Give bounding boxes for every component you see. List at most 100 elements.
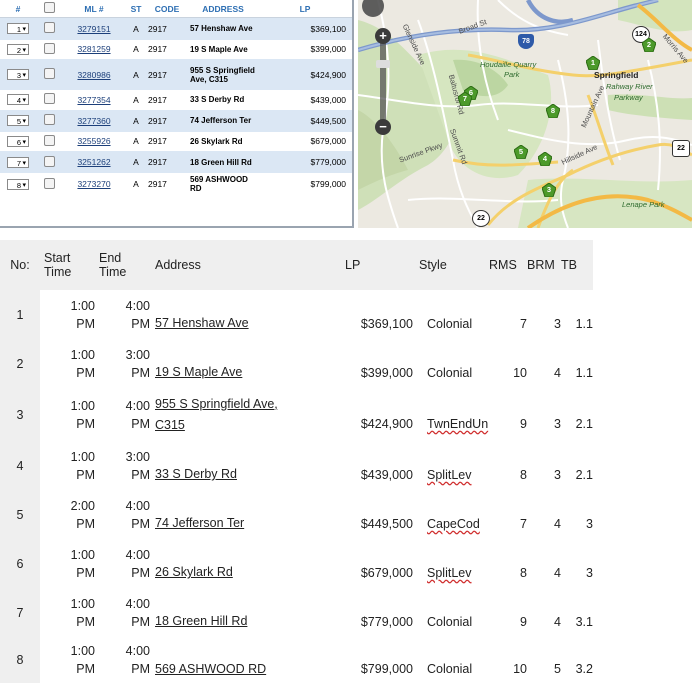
row-checkbox[interactable] — [43, 93, 55, 105]
row-order-select[interactable]: 3 — [7, 69, 29, 81]
lp-cell: $424,900 — [310, 69, 346, 80]
code-cell: 2917 — [148, 44, 167, 55]
style-cell: SplitLev — [427, 565, 472, 580]
ml-number-link[interactable]: 3281259 — [77, 44, 110, 54]
address-link[interactable]: 955 S Springfield Ave, — [155, 394, 317, 415]
ml-number-link[interactable]: 3277360 — [77, 116, 110, 126]
row-order-select[interactable]: 5 — [7, 115, 29, 127]
start-time: 1:00 PM — [70, 644, 95, 676]
zoom-in-button[interactable]: + — [375, 28, 391, 44]
col-header-address[interactable]: ADDRESS — [188, 0, 258, 18]
listing-row[interactable]: 3 3280986 A 2917 955 S Springfield Ave, … — [0, 59, 352, 90]
row-checkbox[interactable] — [43, 177, 55, 189]
col-header-sel[interactable]: # — [0, 0, 36, 18]
address-cell: 569 ASHWOOD RD — [190, 175, 248, 193]
status-cell: A — [133, 23, 139, 34]
address-link[interactable]: 57 Henshaw Ave — [155, 316, 249, 330]
header-end-time: End Time — [95, 240, 150, 290]
open-house-row: 4 1:00 PM 3:00 PM 33 S Derby Rd $439,000 S… — [0, 441, 593, 490]
row-order-select[interactable]: 2 — [7, 43, 29, 56]
ml-number-link[interactable]: 3273270 — [77, 179, 110, 189]
listing-row[interactable]: 4 3277354 A 2917 33 S Derby Rd $439,000 — [0, 90, 352, 110]
rms-cell: 9 — [520, 614, 527, 629]
map-marker-8[interactable]: 8 — [545, 103, 561, 119]
header-style: Style — [413, 240, 489, 290]
map-marker-7[interactable]: 7 — [457, 91, 473, 107]
map-marker-1[interactable]: 1 — [585, 55, 601, 71]
row-checkbox[interactable] — [43, 114, 55, 125]
tb-cell: 1.1 — [575, 316, 593, 331]
zoom-out-button[interactable]: − — [375, 119, 391, 135]
open-house-row: 5 2:00 PM 4:00 PM 74 Jefferson Ter $449,50… — [0, 490, 593, 539]
ml-number-link[interactable]: 3279151 — [77, 24, 110, 34]
row-number: 1 — [0, 290, 40, 339]
code-cell: 2917 — [148, 23, 167, 34]
row-checkbox[interactable] — [43, 42, 55, 54]
rms-cell: 7 — [520, 316, 527, 331]
header-lp: LP — [317, 240, 413, 290]
row-checkbox[interactable] — [43, 68, 55, 79]
header-no: No: — [0, 240, 40, 290]
col-header-st[interactable]: ST — [126, 0, 146, 18]
row-order-select[interactable]: 7 — [7, 156, 29, 169]
map-marker-4[interactable]: 4 — [537, 151, 553, 167]
map-marker-3[interactable]: 3 — [541, 182, 557, 198]
listing-row[interactable]: 7 3251262 A 2917 18 Green Hill Rd $779,0… — [0, 151, 352, 173]
col-header-code[interactable]: CODE — [146, 0, 188, 18]
address-cell: 569 ASHWOOD RD — [150, 637, 317, 683]
listing-row[interactable]: 6 3255926 A 2917 26 Skylark Rd $679,000 — [0, 132, 352, 152]
row-order-select[interactable]: 6 — [7, 135, 29, 148]
listing-row[interactable]: 8 3273270 A 2917 569 ASHWOOD RD $799,000 — [0, 173, 352, 195]
rms-cell: 10 — [513, 365, 527, 380]
address-link[interactable]: 19 S Maple Ave — [155, 365, 242, 379]
address-cell: 18 Green Hill Rd — [150, 588, 317, 637]
address-link[interactable]: 18 Green Hill Rd — [155, 614, 247, 628]
address-link-line2[interactable]: C315 — [155, 415, 317, 436]
address-cell: 74 Jefferson Ter — [190, 116, 252, 125]
lp-cell: $399,000 — [360, 365, 413, 380]
ml-number-link[interactable]: 3251262 — [77, 157, 110, 167]
route-22-shield: 22 — [672, 140, 690, 157]
address-cell: 26 Skylark Rd — [190, 136, 243, 146]
address-link[interactable]: 26 Skylark Rd — [155, 565, 233, 579]
end-time: 4:00 PM — [125, 398, 150, 431]
row-number: 6 — [0, 539, 40, 588]
col-header-lp[interactable]: LP — [258, 0, 352, 18]
lp-cell: $439,000 — [310, 94, 346, 105]
start-time: 1:00 PM — [70, 347, 95, 380]
listing-row[interactable]: 2 3281259 A 2917 19 S Maple Ave $399,000 — [0, 40, 352, 60]
route-22-shield-south: 22 — [472, 210, 490, 227]
end-time: 3:00 PM — [125, 449, 150, 482]
code-cell: 2917 — [148, 115, 167, 126]
address-link[interactable]: 569 ASHWOOD RD — [155, 662, 266, 676]
address-cell: 955 S Springfield Ave, C315 — [190, 65, 255, 84]
map-marker-2[interactable]: 2 — [641, 37, 657, 53]
col-header-ml[interactable]: ML # — [62, 0, 126, 18]
lp-cell: $799,000 — [310, 179, 346, 189]
row-order-select[interactable]: 1 — [7, 23, 29, 35]
map-view[interactable]: + − Broad St Morris Ave Houdaille Quarry… — [358, 0, 692, 228]
row-checkbox[interactable] — [43, 134, 55, 146]
listing-row[interactable]: 5 3277360 A 2917 74 Jefferson Ter $449,5… — [0, 109, 352, 132]
map-marker-5[interactable]: 5 — [513, 144, 529, 160]
style-cell: Colonial — [427, 662, 473, 676]
code-cell: 2917 — [148, 136, 167, 147]
ml-number-link[interactable]: 3277354 — [77, 95, 110, 105]
row-checkbox[interactable] — [43, 155, 55, 167]
col-header-check[interactable] — [36, 0, 62, 18]
listing-row[interactable]: 1 3279151 A 2917 57 Henshaw Ave $369,100 — [0, 17, 352, 40]
brm-cell: 5 — [554, 662, 561, 676]
row-order-select[interactable]: 4 — [7, 94, 29, 106]
open-house-row: 2 1:00 PM 3:00 PM 19 S Maple Ave $399,000 … — [0, 339, 593, 388]
address-link[interactable]: 33 S Derby Rd — [155, 467, 237, 481]
start-time: 1:00 PM — [70, 449, 95, 482]
end-time: 4:00 PM — [125, 644, 150, 676]
ml-number-link[interactable]: 3255926 — [77, 136, 110, 146]
row-checkbox[interactable] — [43, 22, 55, 34]
ml-number-link[interactable]: 3280986 — [77, 70, 110, 80]
status-cell: A — [133, 44, 139, 55]
select-all-checkbox[interactable] — [43, 2, 55, 13]
status-cell: A — [133, 69, 139, 80]
address-link[interactable]: 74 Jefferson Ter — [155, 516, 244, 530]
row-order-select[interactable]: 8 — [7, 178, 29, 191]
